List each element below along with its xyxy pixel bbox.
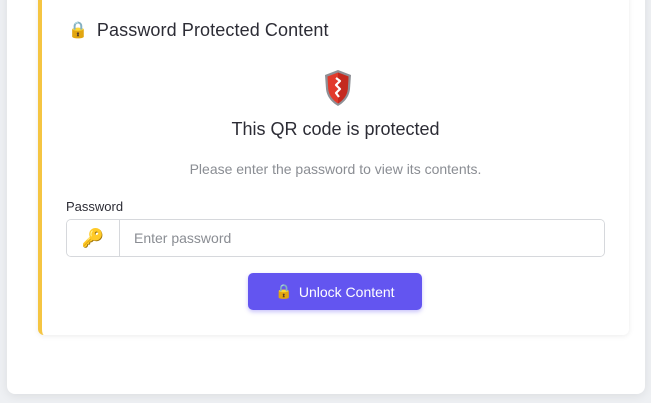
protected-headline: This QR code is protected bbox=[231, 119, 440, 139]
unlock-content-button[interactable]: 🔒 Unlock Content bbox=[248, 273, 422, 310]
lock-icon: 🔒 bbox=[275, 283, 293, 299]
password-input-group: 🔑 bbox=[66, 219, 605, 257]
panel-title: Password Protected Content bbox=[96, 20, 329, 40]
password-input[interactable] bbox=[120, 220, 604, 256]
panel-header: 🔒 Password Protected Content bbox=[68, 20, 329, 41]
unlock-button-label: Unlock Content bbox=[298, 283, 395, 300]
password-label: Password bbox=[66, 199, 124, 214]
lock-icon: 🔒 bbox=[68, 21, 88, 39]
protected-content-panel: 🔒 Password Protected Content This QR cod… bbox=[38, 0, 629, 335]
page-card: 🔒 Password Protected Content This QR cod… bbox=[7, 0, 645, 394]
shield-icon bbox=[325, 70, 351, 106]
key-icon: 🔑 bbox=[67, 220, 120, 256]
protected-description: Please enter the password to view its co… bbox=[189, 161, 482, 177]
